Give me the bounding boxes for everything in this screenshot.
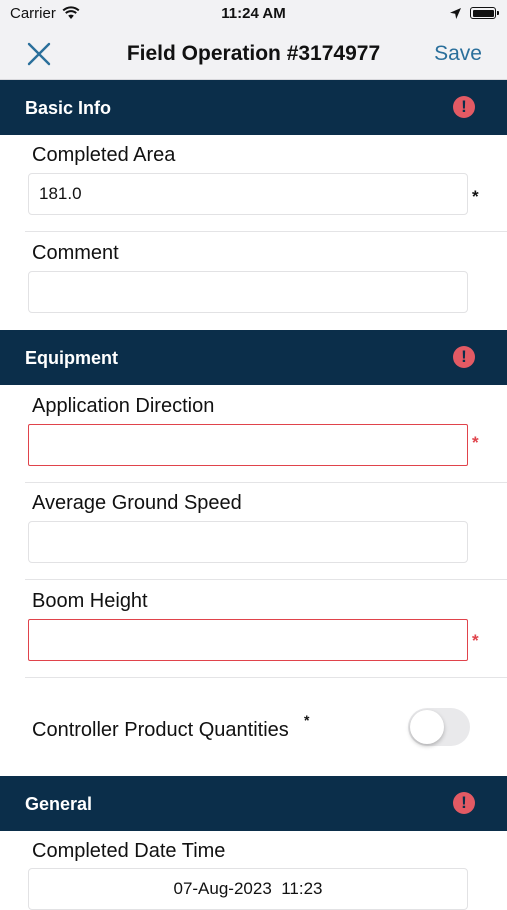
comment-label: Comment [32,242,119,264]
completed-date-time-label: Completed Date Time [32,840,226,862]
alert-icon[interactable] [453,792,475,814]
average-ground-speed-label: Average Ground Speed [32,492,242,514]
divider [25,579,507,580]
boom-height-label: Boom Height [32,590,148,612]
section-title: Equipment [25,348,118,368]
completed-date-time-input[interactable]: 07-Aug-2023 11:23 [28,868,468,910]
clock: 11:24 AM [221,5,286,22]
alert-icon[interactable] [453,96,475,118]
average-ground-speed-input[interactable] [28,521,468,563]
application-direction-label: Application Direction [32,395,215,417]
page-title: Field Operation #3174977 [126,42,381,65]
navigation-bar: Field Operation #3174977 Save [0,28,507,80]
required-marker: * [472,631,479,650]
completed-area-input[interactable]: 181.0 [28,173,468,215]
boom-height-input[interactable] [28,619,468,661]
section-header-equipment[interactable]: Equipment [0,330,507,385]
location-arrow-icon [449,7,462,24]
save-button[interactable]: Save [434,42,482,66]
divider [25,677,507,678]
section-header-general[interactable]: General [0,776,507,831]
application-direction-input[interactable] [28,424,468,466]
status-bar: Carrier 11:24 AM [0,0,507,28]
section-header-basic-info[interactable]: Basic Info [0,80,507,135]
required-marker: * [472,187,479,206]
divider [25,231,507,232]
required-marker: * [472,433,479,452]
completed-area-label: Completed Area [32,144,176,166]
battery-icon [470,7,499,19]
toggle-knob[interactable] [410,710,444,744]
section-title: Basic Info [25,98,112,118]
required-marker: * [304,712,310,728]
divider [25,482,507,483]
alert-icon[interactable] [453,346,475,368]
controller-product-quantities-toggle[interactable] [408,708,470,746]
section-title: General [25,794,93,814]
comment-input[interactable] [28,271,468,313]
controller-product-quantities-label: Controller Product Quantities [32,719,289,741]
